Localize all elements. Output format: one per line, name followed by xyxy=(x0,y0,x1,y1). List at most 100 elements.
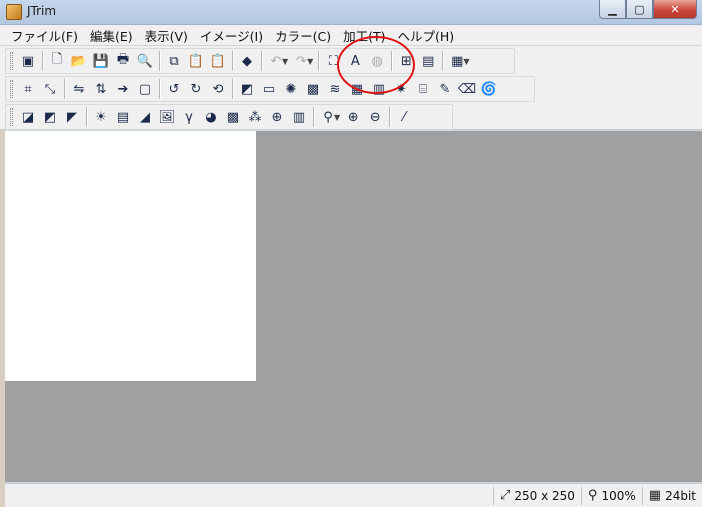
pen-button[interactable]: ✎ xyxy=(434,78,456,100)
arrow-right-button[interactable]: ➔ xyxy=(112,78,134,100)
zoom-out-icon: ⊖ xyxy=(369,109,381,125)
maximize-button[interactable]: ▢ xyxy=(626,0,653,19)
menu-item[interactable]: ヘルプ(H) xyxy=(392,26,461,45)
capture-button[interactable]: ◆ xyxy=(236,50,258,72)
new-file-button[interactable]: 🗋 xyxy=(46,50,68,72)
grayscale-button[interactable]: ◪ xyxy=(17,106,39,128)
posterize-icon: ▥ xyxy=(292,109,306,125)
wave-button[interactable]: ≋ xyxy=(324,78,346,100)
dropdown-arrow-icon[interactable]: ▼ xyxy=(334,113,340,122)
rotate-right-90-icon: ↻ xyxy=(190,81,202,97)
toolbar-separator xyxy=(318,51,320,71)
workspace[interactable] xyxy=(5,131,702,482)
capture-icon: ◆ xyxy=(242,53,252,69)
zoom-out-button[interactable]: ⊖ xyxy=(364,106,386,128)
photo-button[interactable]: 🖼 xyxy=(156,106,178,128)
noise-icon: ▩ xyxy=(306,81,320,97)
contrast-button[interactable]: ◢ xyxy=(134,106,156,128)
crop-icon: ⌗ xyxy=(24,81,32,97)
hue-button[interactable]: ◕ xyxy=(200,106,222,128)
menu-item[interactable]: 表示(V) xyxy=(139,26,194,45)
menu-item[interactable]: 編集(E) xyxy=(84,26,139,45)
rgb-button[interactable]: ⁂ xyxy=(244,106,266,128)
open-folder-icon: 📂 xyxy=(70,53,88,69)
image-canvas[interactable] xyxy=(5,131,256,381)
new-window-button[interactable]: ▣ xyxy=(17,50,39,72)
negative-icon: ◤ xyxy=(67,109,77,125)
window-title: JTrim xyxy=(27,4,57,18)
shadow-button[interactable]: ◩ xyxy=(236,78,258,100)
minimize-button[interactable]: ▁ xyxy=(599,0,626,19)
paste-button[interactable]: 📋 xyxy=(185,50,207,72)
toolbar-grip[interactable] xyxy=(10,80,13,98)
flip-horizontal-button[interactable]: ⇋ xyxy=(68,78,90,100)
toolbar-separator xyxy=(64,79,65,99)
resize-icon: ⤡ xyxy=(44,81,56,97)
status-bar: ⤢ 250 x 250 ⚲ 100% ▦ 24bit xyxy=(5,483,702,507)
menu-item[interactable]: イメージ(I) xyxy=(194,26,269,45)
eyedropper-button[interactable]: ⁄ xyxy=(393,106,415,128)
magnifier-icon: ⚲ xyxy=(587,488,598,503)
image-size-icon: ⤢ xyxy=(499,488,511,503)
paste-new-button[interactable]: 📋 xyxy=(207,50,229,72)
noise-button[interactable]: ▩ xyxy=(302,78,324,100)
xor-button[interactable]: ⊕ xyxy=(266,106,288,128)
swirl-button[interactable]: 🌀 xyxy=(478,78,500,100)
print-icon: 🖶 xyxy=(116,52,130,67)
close-button[interactable]: ✕ xyxy=(653,0,697,19)
toolbar-grip[interactable] xyxy=(10,108,13,126)
save-button[interactable]: 💾 xyxy=(90,50,112,72)
photo-icon: 🖼 xyxy=(158,109,176,125)
toolbar-separator xyxy=(86,107,87,127)
filmstrip-button[interactable]: ▤ xyxy=(417,50,439,72)
glow-button[interactable]: ✺ xyxy=(280,78,302,100)
new-window-icon: ▣ xyxy=(21,53,35,69)
gamma-icon: γ xyxy=(185,109,193,125)
menu-item[interactable]: カラー(C) xyxy=(269,26,337,45)
app-icon[interactable] xyxy=(6,4,22,20)
sepia-button[interactable]: ◩ xyxy=(39,106,61,128)
rotate-right-90-button[interactable]: ↻ xyxy=(185,78,207,100)
posterize-button[interactable]: ▥ xyxy=(288,106,310,128)
brightness-button[interactable]: ☀ xyxy=(90,106,112,128)
menu-item[interactable]: ファイル(F) xyxy=(5,26,84,45)
open-folder-button[interactable]: 📂 xyxy=(68,50,90,72)
print-button[interactable]: 🖶 xyxy=(112,50,134,72)
eyedropper-icon: ⁄ xyxy=(403,109,406,125)
print-preview-button[interactable]: 🔍 xyxy=(134,50,156,72)
bevel-button[interactable]: ▭ xyxy=(258,78,280,100)
negative-button[interactable]: ◤ xyxy=(61,106,83,128)
hue-icon: ◕ xyxy=(205,109,217,125)
rotate-left-90-button[interactable]: ↺ xyxy=(163,78,185,100)
dropdown-arrow-icon[interactable]: ▼ xyxy=(282,57,288,66)
flip-vertical-icon: ⇅ xyxy=(95,81,107,97)
frame-icon: ▢ xyxy=(138,81,152,97)
shadow-icon: ◩ xyxy=(240,81,254,97)
crop-button[interactable]: ⌗ xyxy=(17,78,39,100)
title-bar: JTrim ▁ ▢ ✕ xyxy=(0,0,702,25)
zoom-icon: ⚲ xyxy=(323,109,333,125)
contrast-icon: ◢ xyxy=(140,109,150,125)
toolbar-separator xyxy=(442,51,444,71)
color-balance-button[interactable]: ▤ xyxy=(112,106,134,128)
flip-vertical-button[interactable]: ⇅ xyxy=(90,78,112,100)
resize-button[interactable]: ⤡ xyxy=(39,78,61,100)
rotate-free-button[interactable]: ⟲ xyxy=(207,78,229,100)
copy-icon: ⧉ xyxy=(169,53,179,69)
copy-button[interactable]: ⧉ xyxy=(163,50,185,72)
minimize-icon: ▁ xyxy=(608,2,617,16)
save-icon: 💾 xyxy=(92,53,110,69)
frame-button[interactable]: ▢ xyxy=(134,78,156,100)
dropdown-arrow-icon[interactable]: ▼ xyxy=(463,57,469,66)
edge-button[interactable]: ⌸ xyxy=(412,78,434,100)
zoom-in-button[interactable]: ⊕ xyxy=(342,106,364,128)
toolbar-grip[interactable] xyxy=(10,52,13,70)
checker-icon: ▩ xyxy=(226,109,240,125)
gamma-button[interactable]: γ xyxy=(178,106,200,128)
eraser-button[interactable]: ⌫ xyxy=(456,78,478,100)
checker-button[interactable]: ▩ xyxy=(222,106,244,128)
zoom-in-icon: ⊕ xyxy=(347,109,359,125)
eraser-icon: ⌫ xyxy=(457,81,477,97)
dropdown-arrow-icon[interactable]: ▼ xyxy=(307,57,313,66)
toolbar-separator xyxy=(232,79,233,99)
